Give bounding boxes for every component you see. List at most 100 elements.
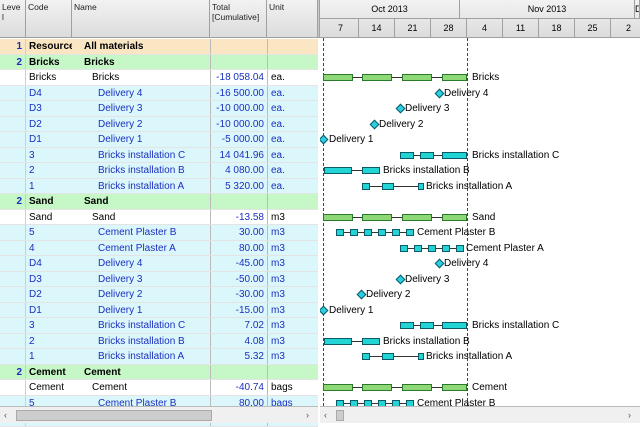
table-row[interactable]: 2 Bricks Bricks — [0, 54, 318, 70]
gantt-scroll-left-icon[interactable]: ‹ — [324, 410, 327, 420]
task-bar[interactable] — [400, 244, 408, 252]
gantt-row: Delivery 1 — [320, 132, 640, 148]
task-bar[interactable] — [378, 229, 386, 236]
table-row[interactable]: D3 Delivery 3 -10 000.00 ea. — [0, 101, 318, 117]
task-bar[interactable] — [406, 229, 414, 236]
table-horizontal-scrollbar[interactable]: ‹ › — [0, 406, 318, 423]
table-scroll-thumb[interactable] — [16, 410, 212, 421]
column-header-name[interactable]: Name — [72, 0, 210, 38]
row-code: D3 — [29, 273, 42, 285]
table-row[interactable]: D2 Delivery 2 -30.00 m3 — [0, 287, 318, 303]
task-bar[interactable] — [456, 244, 464, 252]
table-row[interactable]: 3 Bricks installation C 14 041.96 ea. — [0, 147, 318, 163]
table-row[interactable]: D3 Delivery 3 -50.00 m3 — [0, 271, 318, 287]
table-row[interactable]: Sand Sand -13.58 m3 — [0, 209, 318, 225]
summary-bar[interactable] — [402, 213, 432, 221]
milestone-diamond[interactable] — [320, 134, 329, 145]
table-row[interactable]: D4 Delivery 4 -16 500.00 ea. — [0, 85, 318, 101]
table-row[interactable]: 3 Bricks installation C 7.02 m3 — [0, 318, 318, 334]
unit-header-text: Unit — [269, 2, 285, 12]
summary-bar[interactable] — [402, 384, 432, 391]
gantt-scroll-right-icon[interactable]: › — [628, 410, 631, 420]
task-bar[interactable] — [442, 244, 450, 252]
task-bar[interactable] — [362, 337, 380, 345]
summary-bar[interactable] — [362, 384, 392, 391]
summary-bar[interactable] — [323, 213, 353, 221]
task-bar[interactable] — [382, 353, 394, 360]
table-row[interactable]: 1 Bricks installation A 5 320.00 ea. — [0, 178, 318, 194]
milestone-diamond[interactable] — [369, 119, 380, 129]
row-unit: ea. — [267, 132, 318, 147]
table-row[interactable]: 5 Cement Plaster B 30.00 m3 — [0, 225, 318, 241]
row-total: -5 000.00 — [210, 132, 267, 147]
summary-bar[interactable] — [323, 384, 353, 391]
task-bar[interactable] — [418, 353, 424, 360]
gantt-bar-label: Delivery 3 — [405, 103, 450, 114]
row-unit: ea. — [267, 70, 318, 85]
summary-bar[interactable] — [362, 74, 392, 81]
column-header-code[interactable]: Code — [26, 0, 72, 38]
summary-bar[interactable] — [362, 213, 392, 221]
gantt-bar-label: Delivery 4 — [444, 258, 489, 269]
table-row[interactable]: 2 Sand Sand — [0, 194, 318, 210]
summary-bar[interactable] — [442, 213, 467, 221]
task-bar[interactable] — [420, 151, 434, 159]
task-bar[interactable] — [400, 322, 414, 329]
table-row[interactable]: 1 Resource All materials — [0, 39, 318, 55]
gantt-row: Bricks installation C — [320, 148, 640, 164]
summary-bar[interactable] — [442, 384, 467, 391]
row-code: 3 — [29, 320, 35, 331]
task-bar[interactable] — [442, 322, 467, 329]
task-bar[interactable] — [392, 229, 400, 236]
summary-bar[interactable] — [402, 74, 432, 81]
row-level: 2 — [0, 194, 26, 209]
row-code: 5 — [29, 227, 35, 238]
table-row[interactable]: D2 Delivery 2 -10 000.00 ea. — [0, 116, 318, 132]
task-bar[interactable] — [324, 337, 352, 345]
task-bar[interactable] — [442, 151, 467, 159]
summary-bar[interactable] — [442, 74, 467, 81]
task-bar[interactable] — [364, 229, 372, 236]
column-header-unit[interactable]: Unit — [267, 0, 318, 38]
total-header-text: Total [Cumulative] — [212, 2, 260, 22]
milestone-diamond[interactable] — [434, 258, 445, 269]
gantt-horizontal-scrollbar[interactable]: ‹ › — [320, 406, 640, 423]
milestone-diamond[interactable] — [356, 289, 367, 300]
task-bar[interactable] — [420, 322, 434, 329]
task-bar[interactable] — [418, 182, 424, 190]
row-level — [0, 209, 26, 224]
table-row[interactable]: 1 Bricks installation A 5.32 m3 — [0, 349, 318, 365]
row-total — [210, 194, 267, 209]
task-bar[interactable] — [324, 167, 352, 174]
row-level: 1 — [0, 39, 26, 54]
task-bar[interactable] — [414, 244, 422, 252]
summary-bar[interactable] — [323, 74, 353, 81]
table-row[interactable]: D1 Delivery 1 -5 000.00 ea. — [0, 132, 318, 148]
task-bar[interactable] — [350, 229, 358, 236]
column-header-total[interactable]: Total [Cumulative] — [210, 0, 267, 38]
table-row[interactable]: 4 Cement Plaster A 80.00 m3 — [0, 240, 318, 256]
table-row[interactable]: Bricks Bricks -18 058.04 ea. — [0, 70, 318, 86]
gantt-row: Sand — [320, 210, 640, 226]
task-bar[interactable] — [362, 167, 380, 174]
milestone-diamond[interactable] — [320, 305, 329, 315]
gantt-scroll-thumb[interactable] — [336, 410, 344, 421]
task-bar[interactable] — [428, 244, 436, 252]
task-bar[interactable] — [362, 353, 370, 360]
table-row[interactable]: D1 Delivery 1 -15.00 m3 — [0, 302, 318, 318]
scroll-left-icon[interactable]: ‹ — [4, 410, 7, 420]
table-row[interactable]: 2 Cement Cement — [0, 364, 318, 380]
task-bar[interactable] — [382, 182, 394, 190]
table-row[interactable]: 2 Bricks installation B 4 080.00 ea. — [0, 163, 318, 179]
task-bar[interactable] — [362, 182, 370, 190]
milestone-diamond[interactable] — [395, 274, 406, 284]
task-bar[interactable] — [336, 229, 344, 236]
milestone-diamond[interactable] — [395, 103, 406, 114]
scroll-right-icon[interactable]: › — [306, 410, 309, 420]
table-row[interactable]: Cement Cement -40.74 bags — [0, 380, 318, 396]
task-bar[interactable] — [400, 151, 414, 159]
table-row[interactable]: 2 Bricks installation B 4.08 m3 — [0, 333, 318, 349]
milestone-diamond[interactable] — [434, 88, 445, 98]
table-row[interactable]: D4 Delivery 4 -45.00 m3 — [0, 256, 318, 272]
column-header-level[interactable]: Leve l — [0, 0, 26, 38]
